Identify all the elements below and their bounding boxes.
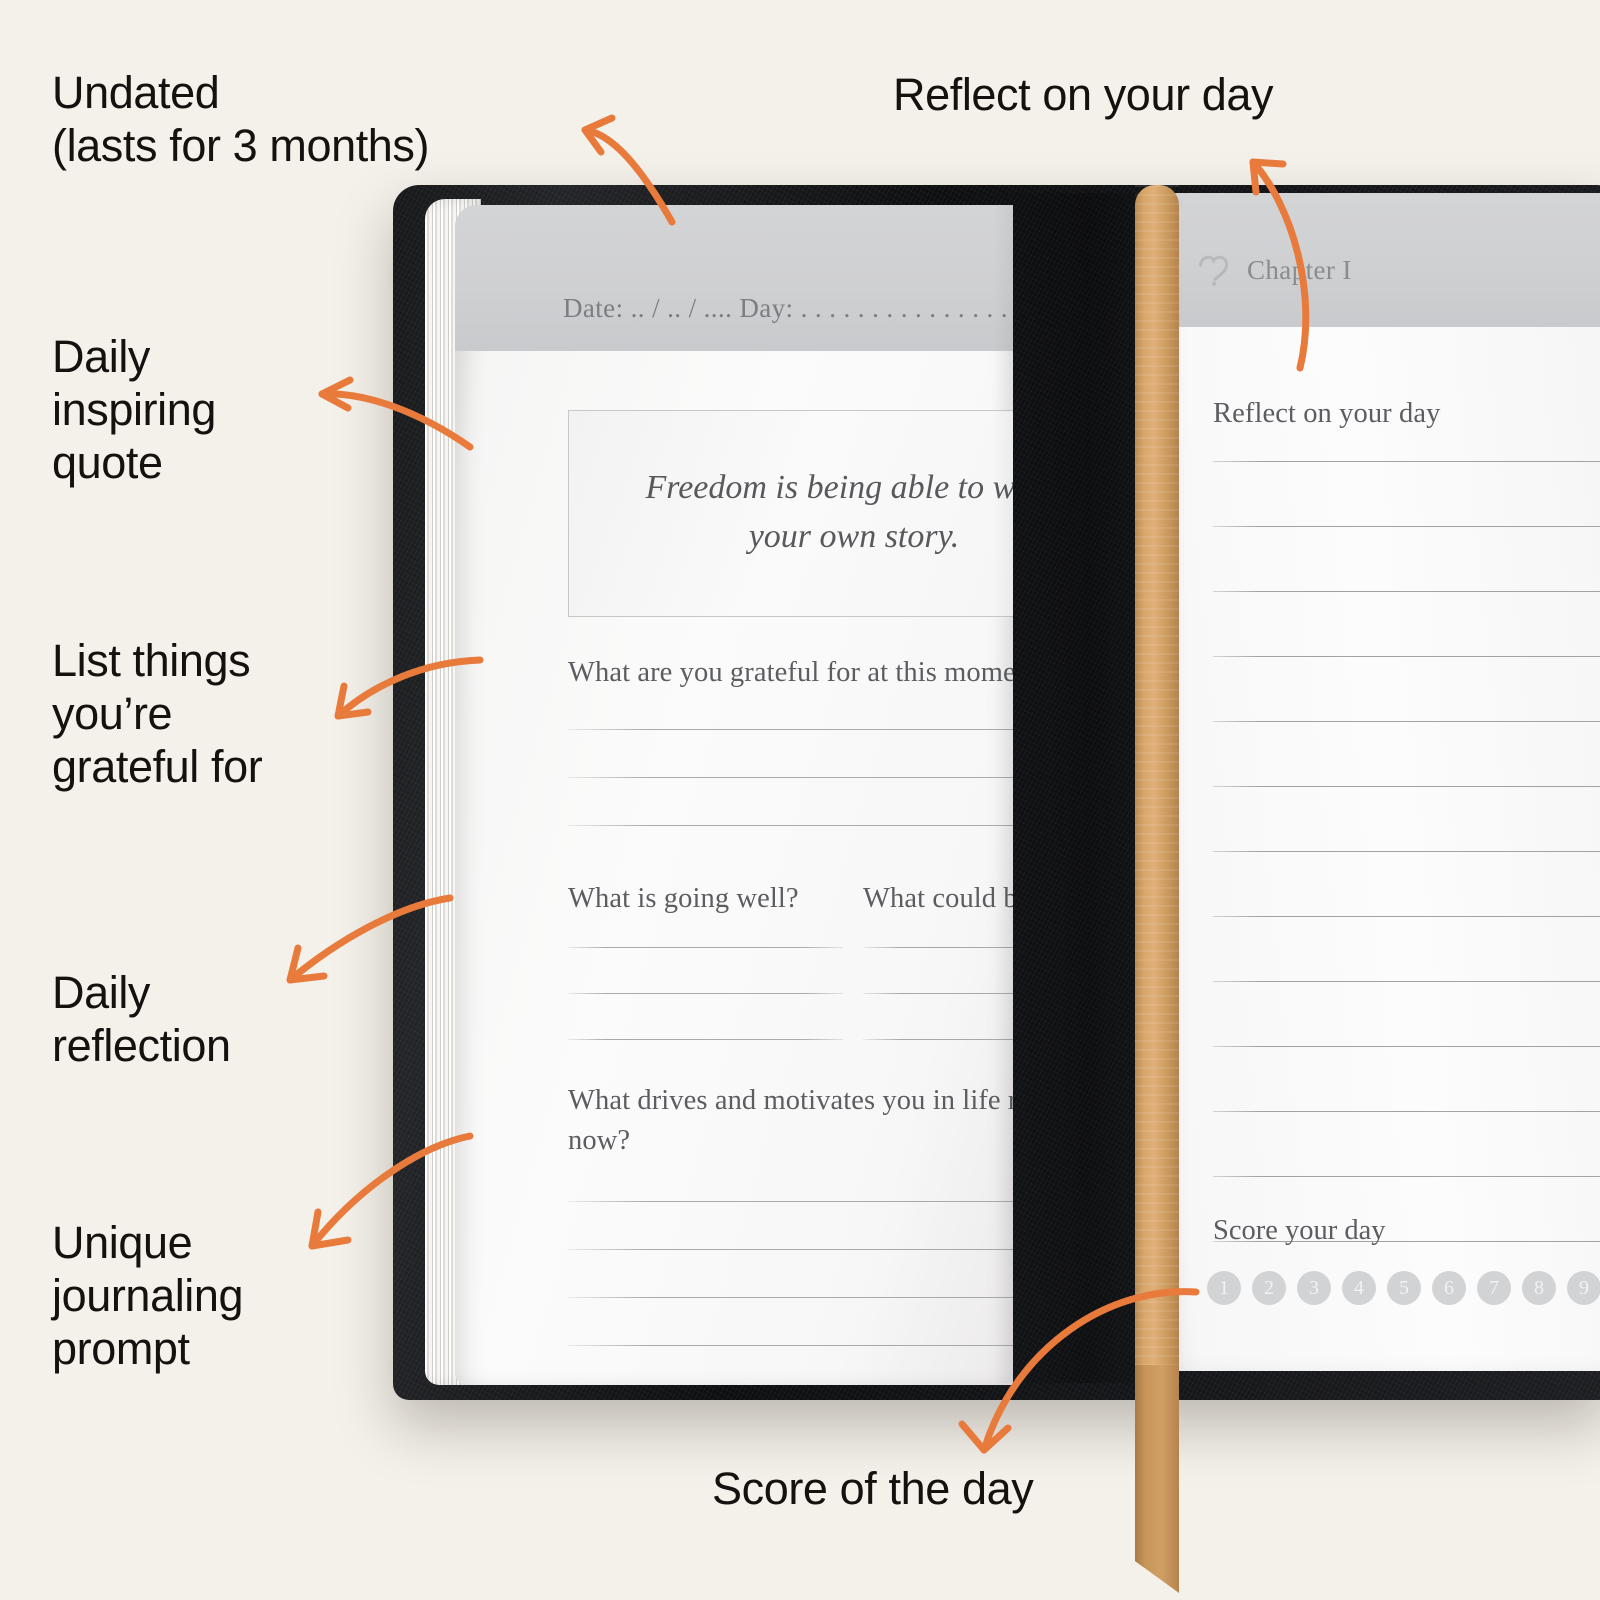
annotation-arrows [286, 114, 1310, 1454]
illustration-stage: Date: .. / .. / .... Day: . . . . . . . … [0, 0, 1600, 1600]
